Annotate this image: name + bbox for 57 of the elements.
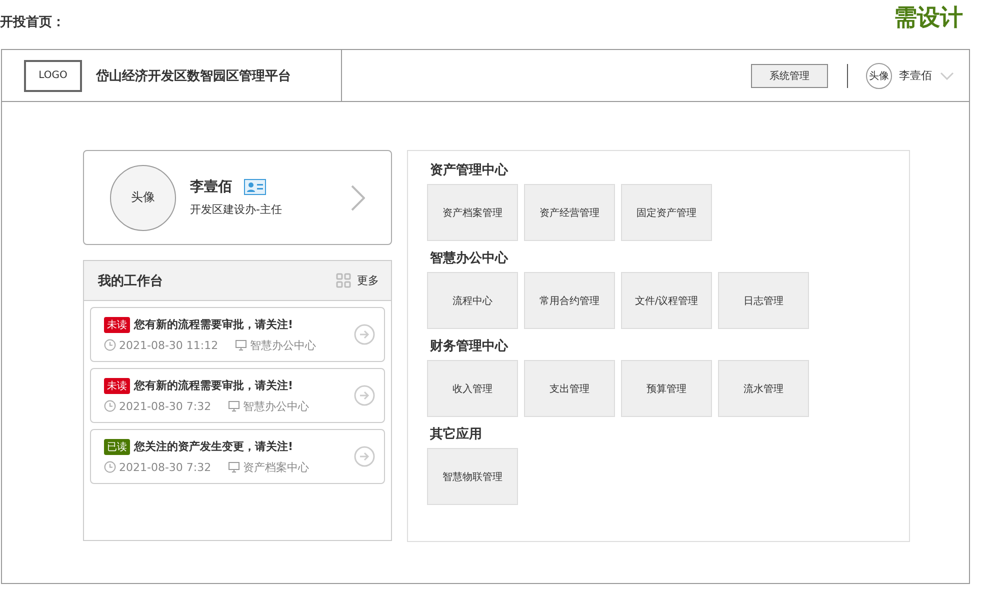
arrow-circle-icon[interactable] [354,385,375,406]
platform-title: 岱山经济开发区数智园区管理平台 [96,68,291,84]
monitor-icon [228,400,240,412]
message-card[interactable]: 未读 您有新的流程需要审批，请关注! 2021-08-30 7:32 智慧办公中心 [90,368,385,423]
chevron-right-icon [351,184,365,210]
section-title: 智慧办公中心 [429,250,510,267]
monitor-icon [235,340,248,350]
clock-icon [104,461,116,473]
avatar: 头像 [110,164,176,230]
app-tile[interactable]: 流水管理 [718,360,809,417]
app-tile[interactable]: 智慧物联管理 [427,448,518,505]
grid-icon[interactable] [336,273,351,288]
more-link[interactable]: 更多 [357,273,379,288]
message-source: 智慧办公中心 [243,398,310,414]
arrow-circle-icon[interactable] [354,324,375,345]
app-tile[interactable]: 日志管理 [718,272,809,329]
user-role: 开发区建设办-主任 [190,202,283,217]
message-time: 2021-08-30 7:32 [119,400,212,412]
message-card[interactable]: 已读 您关注的资产发生变更，请关注! 2021-08-30 7:32 资产档案中心 [90,429,385,484]
app-tile[interactable]: 收入管理 [427,360,518,417]
section-title: 其它应用 [429,426,483,443]
workbench-title: 我的工作台 [98,272,163,290]
app-tile[interactable]: 常用合约管理 [524,272,615,329]
section-title: 资产管理中心 [429,162,510,179]
status-badge: 未读 [104,378,130,394]
arrow-circle-icon[interactable] [354,446,375,467]
status-badge: 未读 [104,316,130,332]
app-tile[interactable]: 资产档案管理 [427,184,518,241]
app-tile[interactable]: 预算管理 [621,360,712,417]
logo: LOGO [24,60,82,92]
section-title: 财务管理中心 [429,338,510,355]
message-card[interactable]: 未读 您有新的流程需要审批，请关注! 2021-08-30 11:12 智慧办公中心 [90,307,385,362]
page-label: 开投首页： [0,14,65,31]
design-note: 需设计 [894,4,963,33]
clock-icon [104,339,116,351]
app-tile[interactable]: 资产经营管理 [524,184,615,241]
message-time: 2021-08-30 11:12 [119,338,218,352]
message-time: 2021-08-30 7:32 [119,460,212,474]
status-badge: 已读 [104,438,130,454]
app-tile[interactable]: 文件/议程管理 [621,272,712,329]
app-tile[interactable]: 固定资产管理 [621,184,712,241]
message-text: 您有新的流程需要审批，请关注! [134,378,294,393]
profile-card[interactable]: 头像 李壹佰 开发区建设办-主任 [83,150,392,245]
app-tile[interactable]: 支出管理 [524,360,615,417]
avatar[interactable]: 头像 [866,62,892,88]
system-management-button[interactable]: 系统管理 [751,64,828,88]
id-card-icon [244,179,266,195]
caret-icon[interactable] [940,72,954,80]
message-text: 您有新的流程需要审批，请关注! [134,317,294,332]
app-tile[interactable]: 流程中心 [427,272,518,329]
user-name: 李壹佰 [190,178,232,196]
message-source: 资产档案中心 [243,460,310,474]
monitor-icon [228,462,240,472]
user-name: 李壹佰 [899,68,932,83]
clock-icon [104,400,116,412]
message-text: 您关注的资产发生变更，请关注! [134,439,294,454]
message-source: 智慧办公中心 [250,338,316,352]
